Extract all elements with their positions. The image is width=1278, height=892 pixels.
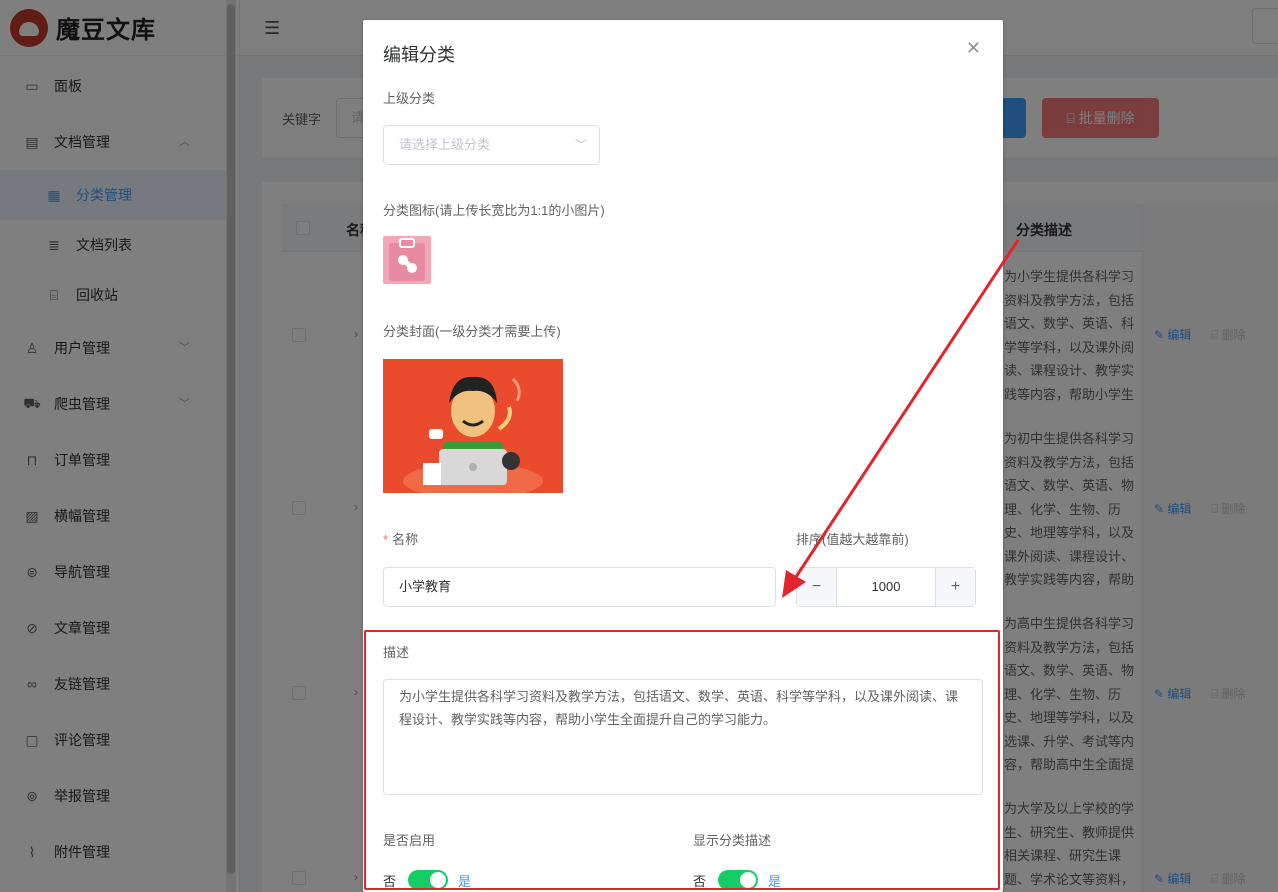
name-label: * 名称 <box>383 529 418 548</box>
show-desc-switch[interactable] <box>718 870 759 890</box>
sort-value[interactable]: 1000 <box>837 568 935 606</box>
switch-on-label: 是 <box>768 873 782 889</box>
parent-category-placeholder: 请选择上级分类 <box>399 137 491 152</box>
category-icon-upload[interactable] <box>383 236 431 284</box>
required-mark: * <box>383 532 389 547</box>
decrement-button[interactable]: − <box>797 568 837 606</box>
chevron-down-icon: ﹀ <box>574 138 587 152</box>
edit-category-dialog: 编辑分类 ✕ 上级分类 请选择上级分类 ﹀ 分类图标(请上传长宽比为1:1的小图… <box>363 20 1003 892</box>
close-icon[interactable]: ✕ <box>966 38 981 59</box>
parent-category-label: 上级分类 <box>383 91 436 106</box>
category-cover-upload[interactable] <box>383 359 563 493</box>
dialog-title: 编辑分类 <box>383 45 455 65</box>
show-desc-label: 显示分类描述 <box>693 833 772 848</box>
category-icon-label: 分类图标(请上传长宽比为1:1的小图片) <box>383 203 605 218</box>
increment-button[interactable]: + <box>935 568 975 606</box>
desc-label: 描述 <box>383 645 410 660</box>
category-cover-label: 分类封面(一级分类才需要上传) <box>383 324 561 339</box>
switch-on-label: 是 <box>458 873 472 889</box>
sort-stepper[interactable]: − 1000 + <box>796 567 976 607</box>
switch-off-label: 否 <box>693 873 707 889</box>
enable-label: 是否启用 <box>383 833 436 848</box>
sort-label: 排序(值越大越靠前) <box>796 532 909 547</box>
show-desc-switch-group: 否 是 <box>693 870 781 890</box>
desc-textarea[interactable]: 为小学生提供各科学习资料及教学方法，包括语文、数学、英语、科学等学科，以及课外阅… <box>383 679 983 795</box>
enable-switch[interactable] <box>408 870 449 890</box>
name-label-text: 名称 <box>392 532 419 547</box>
clipboard-icon <box>389 238 425 281</box>
name-input[interactable]: 小学教育 <box>383 567 776 607</box>
enable-switch-group: 否 是 <box>383 870 471 890</box>
cover-illustration <box>383 359 563 493</box>
parent-category-select[interactable]: 请选择上级分类 ﹀ <box>383 125 600 165</box>
switch-off-label: 否 <box>383 873 397 889</box>
